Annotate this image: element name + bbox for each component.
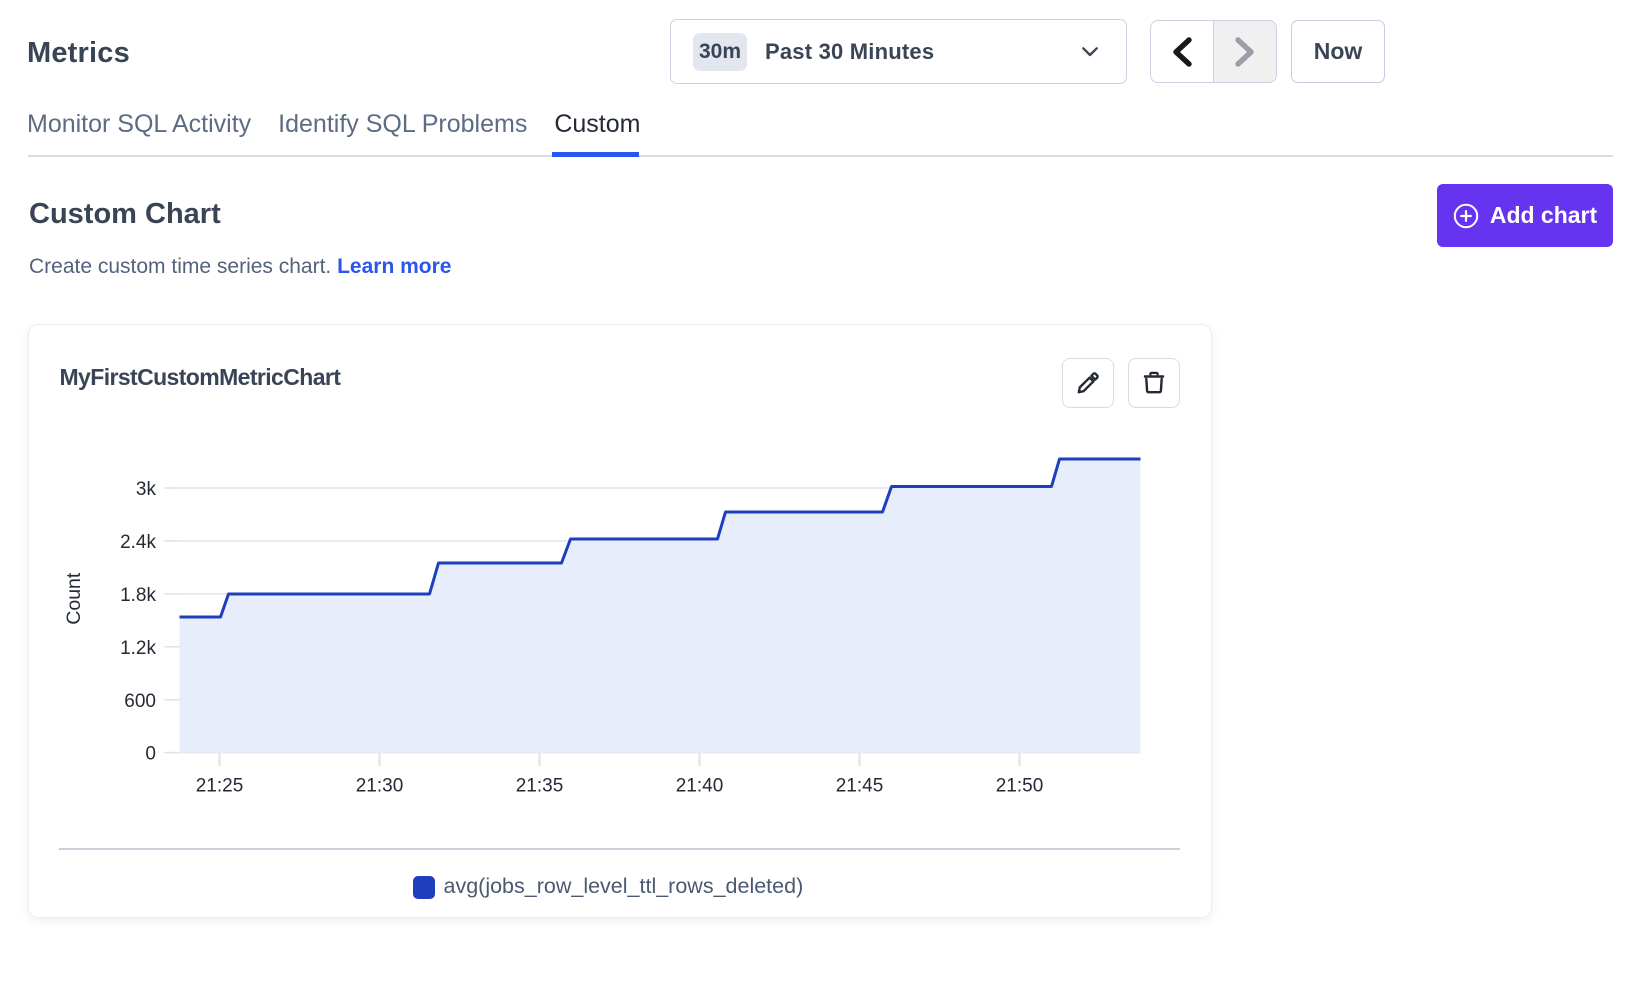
svg-text:21:25: 21:25 [195, 776, 243, 797]
svg-text:1.8k: 1.8k [120, 585, 156, 606]
svg-text:1.2k: 1.2k [120, 638, 156, 659]
svg-text:21:40: 21:40 [675, 776, 723, 797]
svg-text:2.4k: 2.4k [120, 532, 156, 553]
svg-text:3k: 3k [135, 479, 156, 500]
svg-text:21:50: 21:50 [995, 776, 1043, 797]
svg-text:21:45: 21:45 [835, 776, 883, 797]
svg-text:21:30: 21:30 [355, 776, 403, 797]
svg-text:21:35: 21:35 [515, 776, 563, 797]
svg-text:0: 0 [145, 744, 156, 765]
svg-text:600: 600 [124, 691, 156, 712]
svg-text:Count: Count [63, 572, 85, 625]
